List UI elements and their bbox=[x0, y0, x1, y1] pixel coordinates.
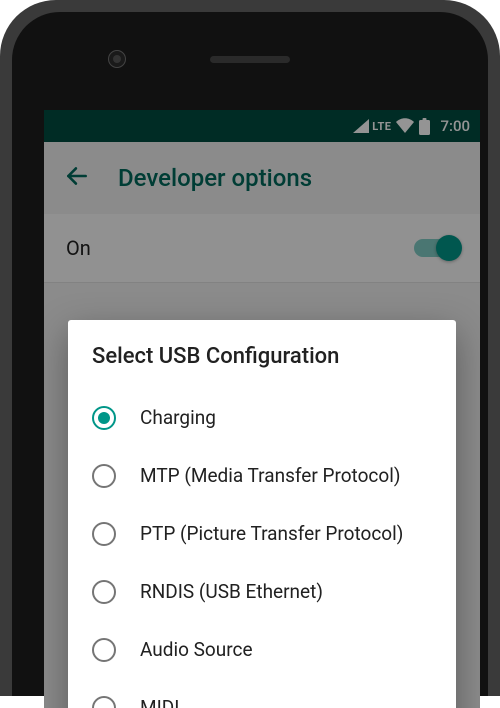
usb-config-dialog: Select USB Configuration Charging MTP (Me… bbox=[68, 320, 456, 708]
radio-icon bbox=[92, 406, 116, 430]
phone-frame: LTE 7:00 Developer options On S bbox=[0, 0, 500, 696]
radio-icon bbox=[92, 580, 116, 604]
radio-option[interactable]: MIDI bbox=[92, 679, 432, 708]
radio-option[interactable]: Charging bbox=[92, 389, 432, 447]
radio-option[interactable]: RNDIS (USB Ethernet) bbox=[92, 563, 432, 621]
radio-option[interactable]: MTP (Media Transfer Protocol) bbox=[92, 447, 432, 505]
radio-label: PTP (Picture Transfer Protocol) bbox=[140, 522, 403, 547]
radio-icon bbox=[92, 696, 116, 708]
dialog-title: Select USB Configuration bbox=[92, 344, 432, 369]
phone-front-camera bbox=[108, 50, 126, 68]
screen: LTE 7:00 Developer options On S bbox=[44, 110, 480, 708]
dialog-options: Charging MTP (Media Transfer Protocol) PTP… bbox=[92, 389, 432, 708]
radio-label: Charging bbox=[140, 406, 216, 431]
radio-icon bbox=[92, 464, 116, 488]
phone-speaker bbox=[210, 56, 290, 63]
radio-option[interactable]: PTP (Picture Transfer Protocol) bbox=[92, 505, 432, 563]
radio-label: Audio Source bbox=[140, 638, 253, 663]
radio-label: MIDI bbox=[140, 696, 179, 708]
radio-icon bbox=[92, 522, 116, 546]
radio-icon bbox=[92, 638, 116, 662]
phone-bezel: LTE 7:00 Developer options On S bbox=[12, 12, 488, 696]
radio-label: MTP (Media Transfer Protocol) bbox=[140, 464, 400, 489]
radio-label: RNDIS (USB Ethernet) bbox=[140, 580, 323, 605]
radio-option[interactable]: Audio Source bbox=[92, 621, 432, 679]
